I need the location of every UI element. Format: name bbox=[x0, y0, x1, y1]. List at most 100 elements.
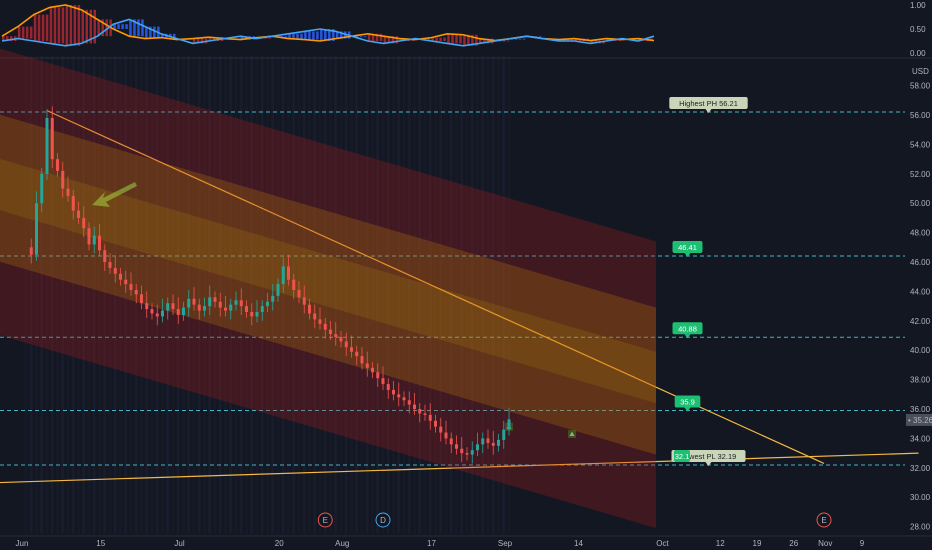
level-label: 46.41 bbox=[678, 243, 697, 252]
candle bbox=[402, 397, 406, 401]
candle bbox=[449, 438, 453, 445]
candle bbox=[397, 394, 401, 398]
oscillator-bar bbox=[29, 26, 33, 39]
candle bbox=[134, 289, 138, 295]
candle bbox=[218, 301, 222, 308]
x-tick: Oct bbox=[656, 539, 669, 548]
candle bbox=[465, 453, 469, 455]
candle bbox=[355, 351, 359, 357]
candle bbox=[61, 170, 65, 189]
candle bbox=[71, 195, 75, 211]
candle bbox=[145, 303, 149, 310]
candle bbox=[203, 306, 206, 311]
candle bbox=[124, 279, 128, 285]
oscillator-bar bbox=[312, 31, 315, 40]
candle bbox=[491, 442, 495, 446]
oscillator-bar bbox=[522, 38, 526, 40]
candle bbox=[344, 341, 348, 348]
candle bbox=[197, 304, 201, 311]
currency-label: USD bbox=[912, 67, 929, 76]
candle bbox=[444, 432, 448, 439]
oscillator-bar bbox=[153, 26, 156, 39]
candle bbox=[318, 319, 322, 324]
price-y-tick: 46.00 bbox=[910, 258, 931, 267]
last-price-value: • 35.26 bbox=[908, 416, 932, 425]
oscillator-bar bbox=[363, 36, 367, 38]
candle bbox=[497, 439, 500, 446]
oscillator-bar bbox=[296, 33, 299, 39]
event-label: E bbox=[323, 516, 328, 525]
candle bbox=[434, 420, 437, 427]
candle bbox=[192, 298, 196, 305]
oscillator-bar bbox=[73, 5, 77, 46]
candle bbox=[287, 266, 290, 280]
oscillator-bar bbox=[359, 36, 363, 38]
oscillator-bar bbox=[451, 33, 454, 44]
candle bbox=[260, 306, 264, 313]
candle bbox=[66, 188, 70, 196]
oscillator-bar bbox=[33, 14, 37, 42]
candle bbox=[103, 250, 107, 263]
oscillator-bar bbox=[45, 14, 49, 42]
oscillator-bar bbox=[463, 34, 466, 46]
candle bbox=[276, 284, 280, 296]
x-tick: Jul bbox=[174, 539, 184, 548]
candle bbox=[455, 444, 458, 449]
oscillator-bar bbox=[320, 29, 323, 41]
candle bbox=[423, 413, 427, 415]
candle bbox=[470, 450, 474, 455]
candle bbox=[386, 384, 390, 390]
candle bbox=[113, 267, 117, 274]
oscillator-bar bbox=[324, 29, 327, 41]
oscillator-bar bbox=[316, 31, 319, 40]
chart-svg: 1.00 0.50 0.00 USD Highest PH 56.21 46.41 40.8… bbox=[0, 0, 932, 550]
level-label: 35.9 bbox=[680, 398, 695, 407]
chart: 1.00 0.50 0.00 USD Highest PH 56.21 46.41 40.8… bbox=[0, 0, 932, 550]
osc-y-tick: 1.00 bbox=[910, 1, 926, 10]
oscillator-bar bbox=[447, 33, 450, 44]
candle bbox=[182, 307, 185, 315]
price-y-tick: 58.00 bbox=[910, 82, 931, 91]
candle bbox=[360, 356, 364, 364]
candle bbox=[35, 203, 38, 255]
level-label: 40.88 bbox=[678, 324, 697, 333]
candle bbox=[507, 419, 511, 430]
oscillator-bar bbox=[81, 9, 85, 44]
candle bbox=[239, 300, 243, 307]
x-tick: 17 bbox=[427, 539, 436, 548]
oscillator-bar bbox=[284, 36, 287, 38]
oscillator-bar bbox=[69, 5, 73, 46]
candle bbox=[171, 303, 175, 310]
x-tick: 15 bbox=[96, 539, 105, 548]
x-tick: 9 bbox=[860, 539, 865, 548]
price-y-tick: 34.00 bbox=[910, 434, 931, 443]
candle bbox=[281, 266, 285, 285]
x-tick: Aug bbox=[335, 539, 349, 548]
candle bbox=[140, 294, 143, 304]
oscillator-bar bbox=[455, 33, 458, 44]
x-tick: 26 bbox=[789, 539, 798, 548]
candle bbox=[334, 334, 338, 338]
candle bbox=[297, 289, 301, 298]
candle bbox=[108, 262, 112, 268]
candle bbox=[371, 367, 374, 373]
candle bbox=[166, 303, 170, 311]
x-tick: 14 bbox=[574, 539, 583, 548]
oscillator-bar bbox=[37, 14, 41, 42]
candle bbox=[77, 210, 80, 218]
candle bbox=[213, 297, 217, 302]
x-tick: 20 bbox=[275, 539, 284, 548]
candle bbox=[308, 304, 311, 314]
candle bbox=[407, 400, 411, 405]
candle bbox=[82, 217, 86, 229]
candle bbox=[271, 295, 275, 302]
oscillator-bar bbox=[57, 7, 61, 44]
oscillator-bar bbox=[292, 33, 295, 39]
candle bbox=[161, 310, 164, 317]
candle bbox=[439, 426, 443, 433]
oscillator-bar bbox=[518, 38, 522, 40]
candle bbox=[365, 363, 369, 368]
oscillator-bar bbox=[117, 24, 120, 29]
candle bbox=[350, 347, 353, 352]
event-label: D bbox=[380, 516, 386, 525]
